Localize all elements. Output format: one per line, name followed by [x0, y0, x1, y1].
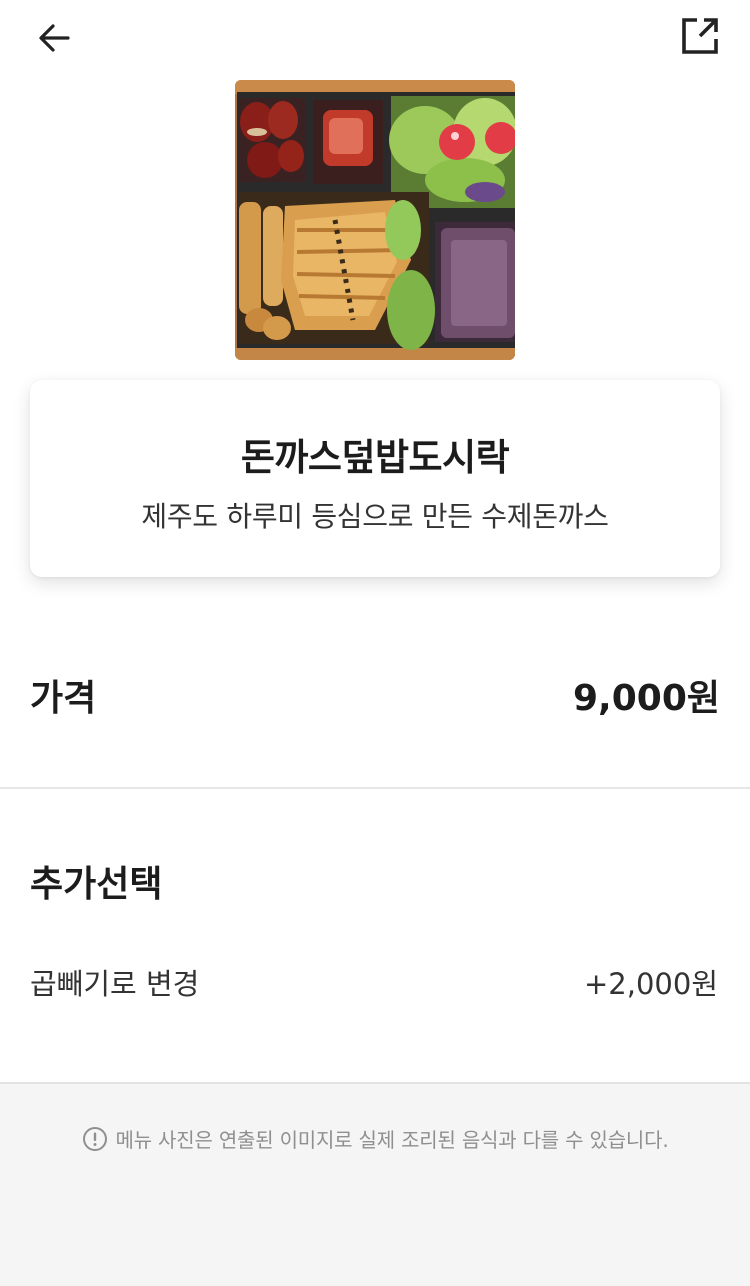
menu-subtitle: 제주도 하루미 등심으로 만든 수제돈까스	[141, 500, 609, 533]
back-button[interactable]	[30, 14, 78, 62]
share-button[interactable]	[678, 14, 722, 58]
share-external-icon	[682, 18, 718, 54]
price-value: 9,000원	[573, 678, 720, 719]
option-price: +2,000원	[584, 967, 718, 1001]
menu-title: 돈까스덮밥도시락	[240, 436, 510, 479]
menu-info-card: 돈까스덮밥도시락 제주도 하루미 등심으로 만든 수제돈까스	[30, 380, 720, 577]
food-photo	[235, 80, 515, 360]
section-divider	[0, 787, 750, 789]
price-label: 가격	[30, 678, 97, 719]
top-bar	[0, 0, 750, 76]
price-row: 가격 9,000원	[30, 665, 720, 725]
notice-text: 메뉴 사진은 연출된 이미지로 실제 조리된 음식과 다를 수 있습니다.	[115, 1128, 669, 1152]
photo-notice: 메뉴 사진은 연출된 이미지로 실제 조리된 음식과 다를 수 있습니다.	[0, 1124, 750, 1153]
arrow-left-icon	[39, 24, 70, 52]
menu-detail-page: 돈까스덮밥도시락 제주도 하루미 등심으로 만든 수제돈까스 가격 9,000원…	[0, 0, 750, 1286]
option-name: 곱빼기로 변경	[30, 967, 200, 1001]
options-heading: 추가선택	[30, 864, 163, 905]
option-item-large-portion[interactable]: 곱빼기로 변경 +2,000원	[30, 958, 718, 1006]
footer: 메뉴 사진은 연출된 이미지로 실제 조리된 음식과 다를 수 있습니다.	[0, 1082, 750, 1286]
info-circle-icon	[82, 1126, 107, 1151]
